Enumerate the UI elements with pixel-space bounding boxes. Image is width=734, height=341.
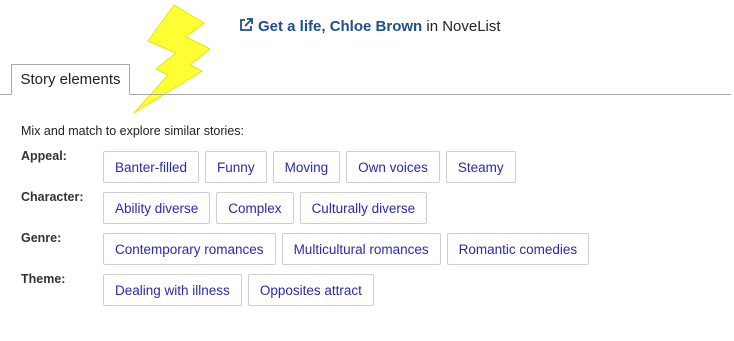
novelist-link[interactable]: Get a life, Chloe Brown in NoveList [238, 17, 501, 35]
facet-chips: Contemporary romances Multicultural roman… [103, 233, 590, 265]
intro-text: Mix and match to explore similar stories… [21, 124, 244, 138]
facet-chip[interactable]: Ability diverse [103, 192, 211, 224]
facet-chip[interactable]: Complex [216, 192, 294, 224]
tab-story-elements[interactable]: Story elements [11, 64, 130, 95]
facet-label: Character: [21, 190, 84, 204]
lightning-bolt-icon [133, 4, 211, 114]
facet-chip[interactable]: Steamy [445, 151, 516, 183]
facet-label: Appeal: [21, 149, 67, 163]
facet-label: Theme: [21, 272, 66, 286]
external-link-icon [240, 18, 253, 31]
facet-chip[interactable]: Culturally diverse [299, 192, 428, 224]
novelist-suffix: in NoveList [422, 18, 501, 35]
facet-chip[interactable]: Romantic comedies [446, 233, 590, 265]
facet-chips: Dealing with illness Opposites attract [103, 274, 374, 306]
facet-chip[interactable]: Contemporary romances [103, 233, 276, 265]
tab-bar: Story elements [0, 64, 731, 95]
facet-chip[interactable]: Dealing with illness [103, 274, 242, 306]
facet-chip[interactable]: Banter-filled [103, 151, 200, 183]
facet-chips: Banter-filled Funny Moving Own voices Steamy [103, 151, 516, 183]
facet-chip[interactable]: Funny [205, 151, 267, 183]
facet-chip[interactable]: Multicultural romances [281, 233, 441, 265]
facet-label: Genre: [21, 231, 62, 245]
novelist-title-link[interactable]: Get a life, Chloe Brown [258, 18, 422, 35]
facet-chip[interactable]: Opposites attract [247, 274, 374, 306]
facet-chip[interactable]: Moving [272, 151, 341, 183]
facet-chips: Ability diverse Complex Culturally diverse [103, 192, 428, 224]
facet-chip[interactable]: Own voices [346, 151, 440, 183]
